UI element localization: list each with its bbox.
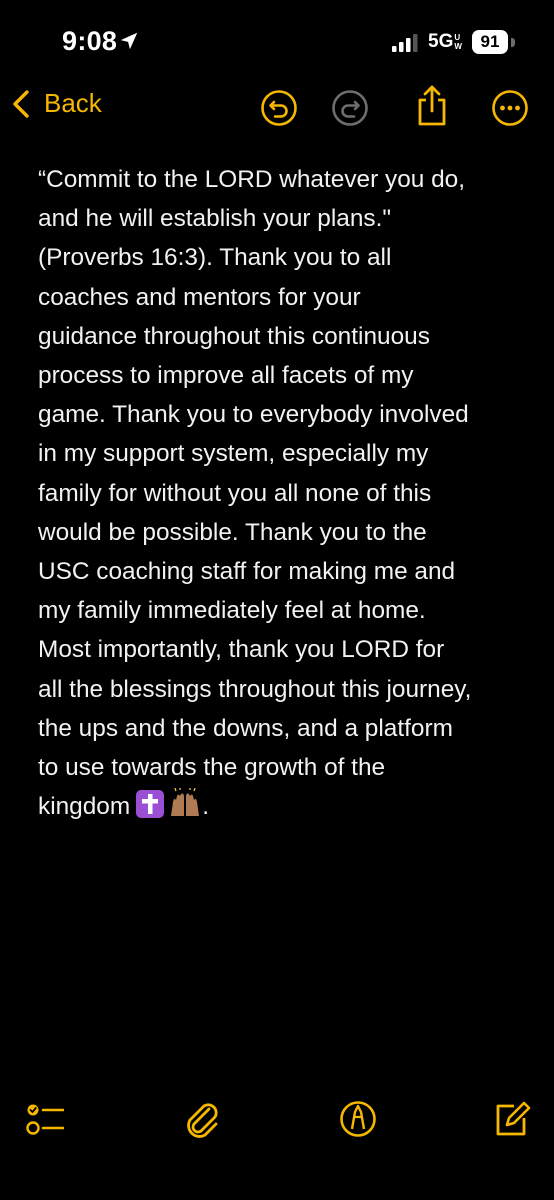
network-label: 5G — [428, 31, 454, 52]
note-text-end: . — [202, 793, 209, 821]
note-text-area[interactable]: “Commit to the LORD whatever you do, and… — [38, 160, 528, 826]
latin-cross-emoji — [136, 790, 165, 819]
network-suffix-bottom: W — [454, 42, 462, 51]
cellular-signal-icon — [392, 34, 418, 52]
status-time: 9:08 — [62, 26, 118, 56]
navigation-bar: Back — [0, 82, 554, 132]
share-icon[interactable] — [412, 84, 452, 128]
status-bar: 9:08 5G U W 91 — [0, 0, 554, 80]
chevron-left-icon — [13, 89, 29, 118]
undo-icon[interactable] — [260, 89, 298, 127]
network-type: 5G U W — [428, 31, 462, 53]
back-button[interactable]: Back — [10, 88, 102, 119]
redo-icon[interactable] — [331, 89, 369, 127]
markup-pen-icon[interactable] — [338, 1098, 378, 1140]
battery-indicator: 91 — [472, 30, 516, 54]
back-label: Back — [44, 88, 102, 118]
more-options-icon[interactable] — [491, 89, 529, 127]
network-suffix: U W — [454, 33, 462, 51]
battery-cap — [511, 38, 515, 47]
checklist-icon[interactable] — [24, 1098, 64, 1140]
paperclip-icon[interactable] — [182, 1098, 222, 1140]
bottom-toolbar — [0, 1098, 554, 1146]
compose-icon[interactable] — [492, 1098, 532, 1140]
location-arrow-icon — [120, 32, 138, 50]
note-text: “Commit to the LORD whatever you do, and… — [38, 166, 472, 821]
battery-level: 91 — [472, 30, 508, 54]
network-suffix-top: U — [454, 33, 461, 42]
raising-hands-emoji — [171, 788, 200, 817]
